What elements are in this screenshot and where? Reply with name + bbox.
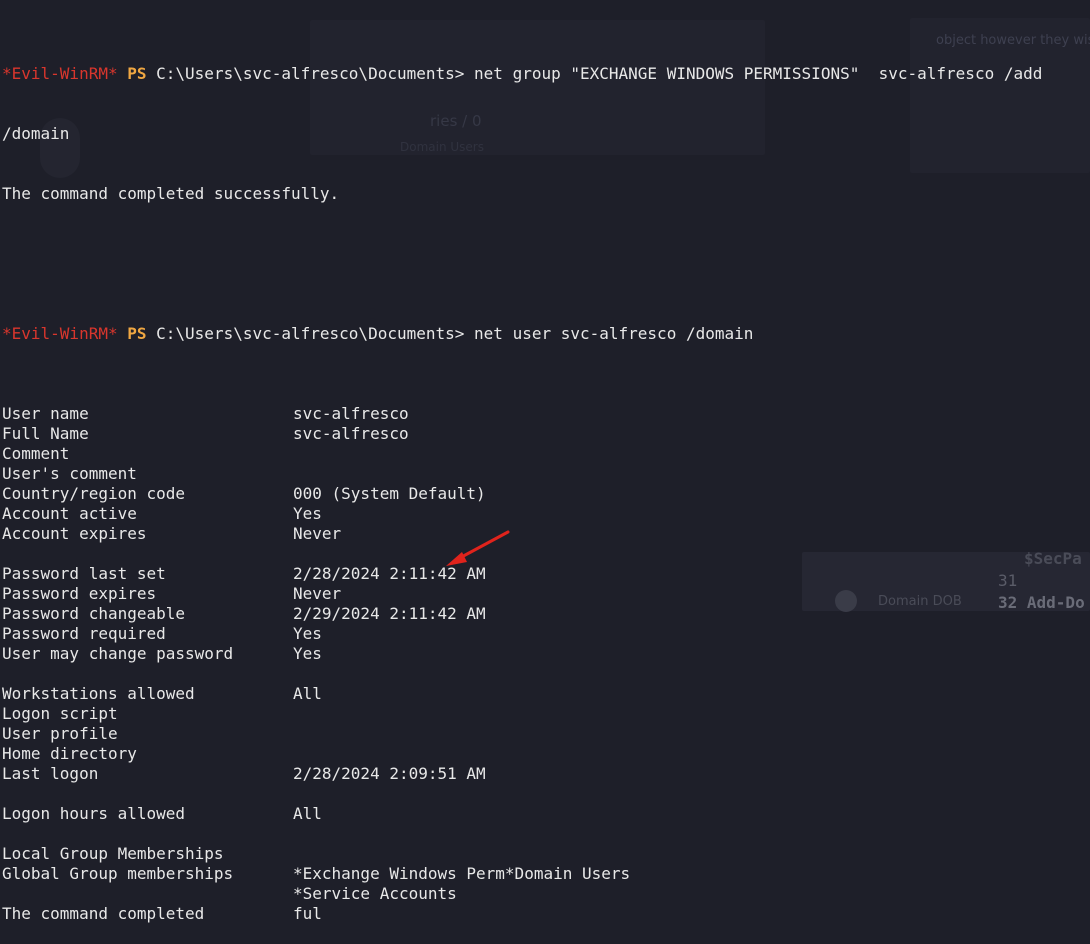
user-info-row: User name svc-alfresco xyxy=(2,404,1042,424)
user-info-key: Country/region code xyxy=(2,484,186,503)
user-info-value: svc-alfresco xyxy=(293,404,409,423)
user-info-row: Password required Yes xyxy=(2,624,1042,644)
user-info-key: Workstations allowed xyxy=(2,684,195,703)
user-info-key: The command completed xyxy=(2,904,205,923)
user-info-value: *Service Accounts xyxy=(293,884,457,903)
user-info-key: Comment xyxy=(2,444,70,463)
user-info-row: Account active Yes xyxy=(2,504,1042,524)
user-info-list: User name svc-alfresco Full Name svc-alfres… xyxy=(2,404,1042,924)
user-info-key: Account active xyxy=(2,504,137,523)
user-info-value: 000 (System Default) xyxy=(293,484,486,503)
user-info-row: Local Group Memberships xyxy=(2,844,1042,864)
user-info-value: Never xyxy=(293,584,342,603)
user-info-row: Workstations allowed All xyxy=(2,684,1042,704)
user-info-value: All xyxy=(293,684,322,703)
user-info-value: Never xyxy=(293,524,342,543)
command-output: The command completed successfully. xyxy=(2,184,340,203)
user-info-value: *Exchange Windows Perm*Domain Users xyxy=(293,864,631,883)
prompt-path: C:\Users\svc-alfresco\Documents> xyxy=(156,64,465,83)
user-info-key: Logon hours allowed xyxy=(2,804,186,823)
red-arrow-icon xyxy=(446,530,510,566)
user-info-row: Global Group memberships *Exchange Window… xyxy=(2,864,1042,884)
command-text: net user svc-alfresco /domain xyxy=(474,324,754,343)
user-info-key: Password required xyxy=(2,624,166,643)
ps-label: PS xyxy=(127,324,147,343)
user-info-value: svc-alfresco xyxy=(293,424,409,443)
user-info-row: Logon script xyxy=(2,704,1042,724)
command-line: *Evil-WinRM* PS C:\Users\svc-alfresco\Do… xyxy=(2,324,1042,344)
user-info-value: 2/29/2024 2:11:42 AM xyxy=(293,604,486,623)
user-info-key: Global Group memberships xyxy=(2,864,234,883)
user-info-row: Logon hours allowed All xyxy=(2,804,1042,824)
evil-winrm-label: *Evil-WinRM* xyxy=(2,324,118,343)
user-info-row: Account expires Never xyxy=(2,524,1042,544)
user-info-row: User's comment xyxy=(2,464,1042,484)
user-info-row xyxy=(2,664,1042,684)
prompt-path: C:\Users\svc-alfresco\Documents> xyxy=(156,324,465,343)
user-info-key: Local Group Memberships xyxy=(2,844,224,863)
user-info-key: User name xyxy=(2,404,89,423)
user-info-value: ful xyxy=(293,904,322,923)
command-text: net group "EXCHANGE WINDOWS PERMISSIONS"… xyxy=(474,64,1043,83)
user-info-value: All xyxy=(293,804,322,823)
user-info-row: Comment xyxy=(2,444,1042,464)
user-info-key: User's comment xyxy=(2,464,137,483)
user-info-key: Account expires xyxy=(2,524,147,543)
user-info-row: User profile xyxy=(2,724,1042,744)
user-info-row: Password changeable 2/29/2024 2:11:42 AM xyxy=(2,604,1042,624)
user-info-row: The command completed ful xyxy=(2,904,1042,924)
user-info-row: Password last set 2/28/2024 2:11:42 AM xyxy=(2,564,1042,584)
user-info-value: Yes xyxy=(293,504,322,523)
ps-label: PS xyxy=(127,64,147,83)
user-info-key: User may change password xyxy=(2,644,234,663)
user-info-row: Last logon 2/28/2024 2:09:51 AM xyxy=(2,764,1042,784)
user-info-row: Home directory xyxy=(2,744,1042,764)
user-info-row xyxy=(2,784,1042,804)
command-line: *Evil-WinRM* PS C:\Users\svc-alfresco\Do… xyxy=(2,64,1042,84)
user-info-key: Full Name xyxy=(2,424,89,443)
evil-winrm-label: *Evil-WinRM* xyxy=(2,64,118,83)
user-info-row xyxy=(2,824,1042,844)
user-info-value: Yes xyxy=(293,624,322,643)
user-info-row: Country/region code 000 (System Default) xyxy=(2,484,1042,504)
user-info-key: Logon script xyxy=(2,704,118,723)
user-info-key: Home directory xyxy=(2,744,137,763)
user-info-row: Password expires Never xyxy=(2,584,1042,604)
user-info-row xyxy=(2,544,1042,564)
terminal-output[interactable]: *Evil-WinRM* PS C:\Users\svc-alfresco\Do… xyxy=(2,4,1042,944)
user-info-key: User profile xyxy=(2,724,118,743)
user-info-key: Password changeable xyxy=(2,604,186,623)
user-info-row: *Service Accounts xyxy=(2,884,1042,904)
user-info-value: Yes xyxy=(293,644,322,663)
user-info-value: 2/28/2024 2:09:51 AM xyxy=(293,764,486,783)
user-info-row: User may change password Yes xyxy=(2,644,1042,664)
user-info-key: Password last set xyxy=(2,564,166,583)
command-wrap: /domain xyxy=(2,124,70,143)
user-info-key: Last logon xyxy=(2,764,99,783)
user-info-key: Password expires xyxy=(2,584,157,603)
user-info-row: Full Name svc-alfresco xyxy=(2,424,1042,444)
